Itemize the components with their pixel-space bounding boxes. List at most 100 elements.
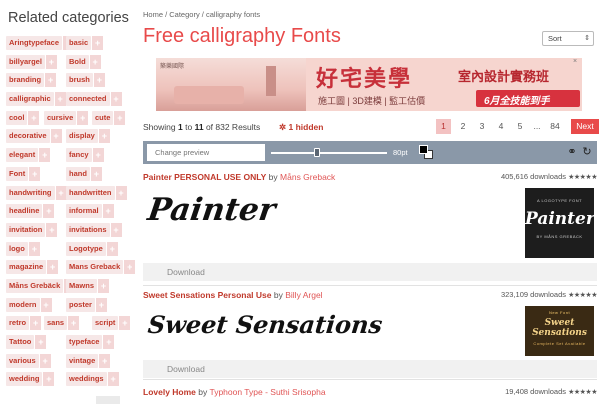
plus-icon[interactable]: + <box>45 73 57 88</box>
category-label[interactable]: handwriting <box>6 185 55 200</box>
category-label[interactable]: elegant <box>6 148 39 163</box>
category-chip[interactable]: cool + <box>6 110 40 125</box>
font-author-link[interactable]: Billy Argel <box>285 290 322 300</box>
category-label[interactable]: cool <box>6 110 28 125</box>
category-label[interactable]: branding <box>6 73 45 88</box>
plus-icon[interactable]: + <box>98 278 110 293</box>
plus-icon[interactable]: + <box>68 316 80 331</box>
category-chip[interactable]: informal + <box>66 204 114 219</box>
plus-icon[interactable]: + <box>124 260 136 275</box>
category-label[interactable]: calligraphic <box>6 92 54 107</box>
font-name-link[interactable]: Lovely Home <box>143 387 196 397</box>
plus-icon[interactable]: + <box>92 36 104 50</box>
plus-icon[interactable]: + <box>110 92 122 107</box>
category-label[interactable]: typeface <box>66 335 103 349</box>
category-label[interactable]: invitations <box>66 222 110 237</box>
plus-icon[interactable]: + <box>46 222 58 237</box>
plus-icon[interactable]: + <box>107 372 119 387</box>
plus-icon[interactable]: + <box>106 241 118 256</box>
category-label[interactable]: wedding <box>6 372 43 387</box>
category-label[interactable]: Mawns <box>66 278 98 293</box>
category-chip[interactable]: elegant + <box>6 148 51 163</box>
category-chip[interactable]: retro + <box>6 316 42 331</box>
plus-icon[interactable]: + <box>28 110 40 125</box>
next-button[interactable]: Next <box>571 119 599 134</box>
foreground-color-swatch[interactable] <box>419 145 428 154</box>
plus-icon[interactable]: + <box>40 297 52 312</box>
ad-banner[interactable]: 築樂國際 好宅美學 室內設計實務班 施工圖 | 3D建模 | 監工估價 6月全技… <box>156 58 582 111</box>
category-label[interactable]: Bold <box>66 54 89 69</box>
category-label[interactable]: invitation <box>6 222 46 237</box>
category-label[interactable]: retro <box>6 316 30 331</box>
page-link[interactable]: 5 <box>513 119 527 134</box>
category-label[interactable]: handwritten <box>66 185 115 200</box>
plus-icon[interactable]: + <box>93 73 105 88</box>
category-label[interactable]: headline <box>6 204 43 219</box>
category-chip[interactable]: weddings + <box>66 372 119 387</box>
category-chip[interactable]: decorative + <box>6 129 62 144</box>
category-chip[interactable]: script + <box>92 316 131 331</box>
category-chip[interactable]: vintage + <box>66 353 111 368</box>
page-link[interactable]: 2 <box>456 119 470 134</box>
category-label[interactable]: Tattoo <box>6 335 35 349</box>
hidden-fonts-link[interactable]: ✲ 1 hidden <box>279 122 323 133</box>
category-chip[interactable]: connected + <box>66 92 122 107</box>
category-label[interactable]: basic <box>66 36 92 50</box>
preview-text-input[interactable] <box>147 144 265 161</box>
category-label[interactable]: modern <box>6 297 40 312</box>
plus-icon[interactable]: + <box>39 353 51 368</box>
category-chip[interactable]: modern + <box>6 297 52 312</box>
category-chip[interactable]: Måns Grebäck+ <box>6 278 76 293</box>
breadcrumb[interactable]: Home / Category / calligraphy fonts <box>143 10 260 19</box>
plus-icon[interactable]: + <box>28 241 40 256</box>
sort-select[interactable]: Sort ⇕ <box>542 31 594 46</box>
font-name-link[interactable]: Painter PERSONAL USE ONLY <box>143 172 266 182</box>
plus-icon[interactable]: + <box>39 148 51 163</box>
category-label[interactable]: sans <box>44 316 68 331</box>
category-label[interactable]: magazine <box>6 260 47 275</box>
category-chip[interactable]: Mawns + <box>66 278 110 293</box>
category-label[interactable]: Mans Greback <box>66 260 124 275</box>
font-preview[interactable]: Sweet Sensations <box>146 310 383 339</box>
category-chip[interactable]: logo + <box>6 241 40 256</box>
plus-icon[interactable]: + <box>98 129 110 144</box>
plus-icon[interactable]: + <box>55 185 67 200</box>
category-label[interactable]: fancy <box>66 148 92 163</box>
font-author-link[interactable]: Typhoon Type - Suthi Srisopha <box>209 387 325 397</box>
page-link[interactable]: 4 <box>494 119 508 134</box>
category-chip[interactable]: Mans Greback + <box>66 260 136 275</box>
category-label[interactable]: informal <box>66 204 102 219</box>
plus-icon[interactable]: + <box>47 260 59 275</box>
plus-icon[interactable]: + <box>92 148 104 163</box>
category-label[interactable]: cute <box>92 110 114 125</box>
category-chip[interactable]: handwriting + <box>6 185 67 200</box>
category-chip[interactable]: magazine + <box>6 260 59 275</box>
plus-icon[interactable]: + <box>110 222 122 237</box>
category-chip[interactable]: invitation + <box>6 222 58 237</box>
category-label[interactable]: Måns Grebäck <box>6 278 64 293</box>
category-label[interactable]: various <box>6 353 39 368</box>
category-label[interactable]: Aringtypeface <box>6 36 63 50</box>
font-preview[interactable]: Painter <box>145 192 277 228</box>
category-chip[interactable]: sans + <box>44 316 80 331</box>
category-chip[interactable]: display + <box>66 129 110 144</box>
page-link[interactable]: 3 <box>475 119 489 134</box>
plus-icon[interactable]: + <box>50 129 62 144</box>
category-label[interactable]: weddings <box>66 372 107 387</box>
font-name-link[interactable]: Sweet Sensations Personal Use <box>143 290 272 300</box>
category-chip[interactable]: billyargel + <box>6 54 57 69</box>
refresh-icon[interactable]: ↻ <box>581 146 593 158</box>
plus-icon[interactable]: + <box>89 54 101 69</box>
category-chip[interactable]: calligraphic + <box>6 92 66 107</box>
category-label[interactable]: connected <box>66 92 110 107</box>
plus-icon[interactable]: + <box>35 335 47 349</box>
category-chip[interactable]: handwritten + <box>66 185 127 200</box>
page-current[interactable]: 1 <box>436 119 451 134</box>
download-button[interactable]: Download <box>143 360 597 378</box>
plus-icon[interactable]: + <box>90 166 102 181</box>
page-link[interactable]: 84 <box>547 119 563 134</box>
plus-icon[interactable]: + <box>29 166 41 181</box>
category-label[interactable]: hand <box>66 166 90 181</box>
category-label[interactable]: decorative <box>6 129 50 144</box>
category-chip[interactable]: Logotype + <box>66 241 118 256</box>
